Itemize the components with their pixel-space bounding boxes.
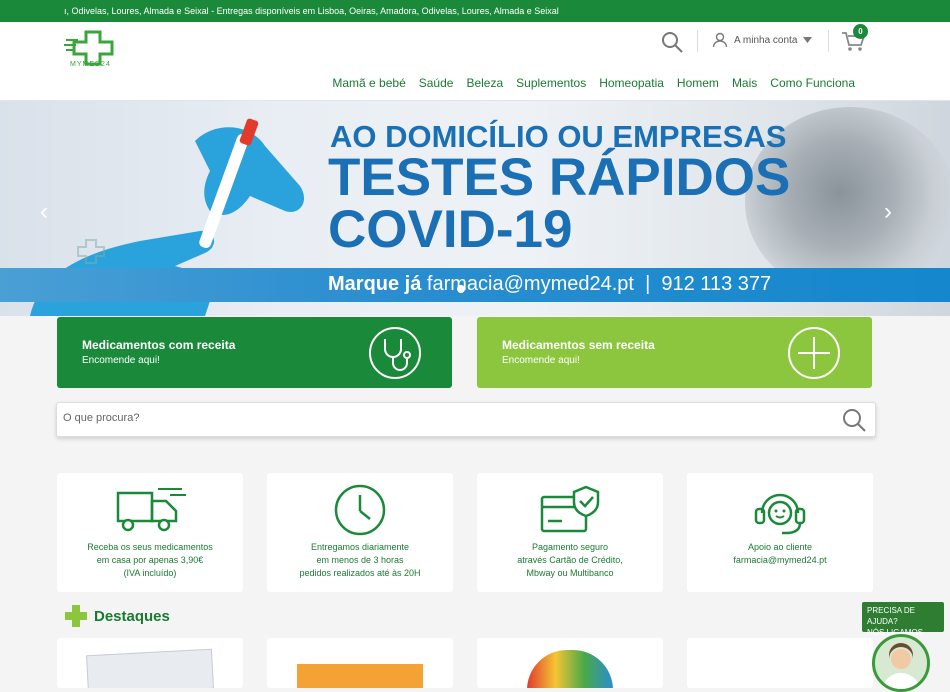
- hero-contact-bold: Marque já: [328, 273, 422, 295]
- hero-contact-details: farmacia@mymed24.pt | 912 113 377: [421, 273, 772, 295]
- feature-line: Mbway ou Multibanco: [526, 568, 614, 578]
- plus-icon: [788, 327, 840, 379]
- hero-contact-text: Marque já farmacia@mymed24.pt | 912 113 …: [328, 273, 771, 296]
- feature-line: Entregamos diariamente: [310, 542, 410, 552]
- nav-item-como-funciona[interactable]: Como Funciona: [770, 76, 855, 90]
- plus-icon: [65, 605, 87, 627]
- section-title: Destaques: [94, 607, 170, 625]
- nav-item-homem[interactable]: Homem: [677, 76, 719, 90]
- product-image: [297, 664, 423, 688]
- feature-line: Apoio ao cliente: [747, 542, 813, 552]
- feature-line: Receba os seus medicamentos: [87, 542, 213, 552]
- secure-payment-icon: [540, 485, 600, 533]
- stethoscope-icon: [369, 327, 421, 379]
- feature-text: Entregamos diariamente em menos de 3 hor…: [267, 541, 453, 580]
- nav-item-mais[interactable]: Mais: [732, 76, 757, 90]
- prescription-medicines-card[interactable]: Medicamentos com receita Encomende aqui!: [57, 317, 452, 388]
- feature-secure-payment: Pagamento seguro através Cartão de Crédi…: [477, 473, 663, 592]
- site-header: MYMED24 A minha conta 0 Mamã e bebé Saúd…: [0, 22, 950, 101]
- announcement-text: ı, Odivelas, Loures, Almada e Seixal - E…: [64, 6, 559, 16]
- watermark-logo-icon: [77, 239, 105, 264]
- section-header-destaques: Destaques: [64, 604, 170, 628]
- feature-fast-delivery: Entregamos diariamente em menos de 3 hor…: [267, 473, 453, 592]
- carousel-prev-arrow[interactable]: ‹: [34, 199, 54, 225]
- feature-text: Apoio ao cliente farmacia@mymed24.pt: [687, 541, 873, 567]
- feature-text: Receba os seus medicamentos em casa por …: [57, 541, 243, 580]
- product-card[interactable]: [267, 638, 453, 688]
- user-icon: [712, 32, 728, 48]
- main-nav: Mamã e bebé Saúde Beleza Suplementos Hom…: [332, 76, 855, 90]
- account-menu[interactable]: A minha conta: [712, 32, 813, 48]
- search-input[interactable]: [63, 412, 823, 424]
- product-search-bar: [56, 402, 876, 437]
- feature-line: farmacia@mymed24.pt: [733, 555, 827, 565]
- search-icon[interactable]: [841, 407, 867, 433]
- card-subtitle: Encomende aqui!: [82, 355, 160, 366]
- card-title: Medicamentos sem receita: [502, 338, 655, 352]
- feature-text: Pagamento seguro através Cartão de Crédi…: [477, 541, 663, 580]
- hero-line-3: COVID-19: [328, 200, 573, 259]
- feature-line: em casa por apenas 3,90€: [96, 555, 204, 565]
- feature-delivery: Receba os seus medicamentos em casa por …: [57, 473, 243, 592]
- header-divider: [697, 30, 698, 52]
- product-image: [527, 650, 613, 688]
- callback-help-button[interactable]: PRECISA DE AJUDA? NÓS LIGAMOS: [862, 602, 944, 637]
- cart-count-badge: 0: [853, 24, 868, 39]
- product-card[interactable]: [687, 638, 873, 688]
- feature-line: através Cartão de Crédito,: [517, 555, 623, 565]
- chevron-down-icon: [803, 37, 813, 43]
- feature-line: pedidos realizados até às 20H: [299, 568, 421, 578]
- search-icon[interactable]: [660, 30, 684, 54]
- truck-icon: [116, 488, 186, 532]
- hero-line-2: TESTES RÁPIDOS: [328, 148, 791, 207]
- help-line-1: PRECISA DE AJUDA?: [867, 606, 916, 626]
- feature-customer-support: Apoio ao cliente farmacia@mymed24.pt: [687, 473, 873, 592]
- account-label: A minha conta: [734, 34, 798, 46]
- nav-item-suplementos[interactable]: Suplementos: [516, 76, 586, 90]
- carousel-next-arrow[interactable]: ›: [878, 199, 898, 225]
- nav-item-homeopatia[interactable]: Homeopatia: [599, 76, 664, 90]
- card-subtitle: Encomende aqui!: [502, 355, 580, 366]
- clock-icon: [334, 484, 386, 536]
- non-prescription-medicines-card[interactable]: Medicamentos sem receita Encomende aqui!: [477, 317, 872, 388]
- product-card[interactable]: [477, 638, 663, 688]
- nav-item-mama-e-bebe[interactable]: Mamã e bebé: [332, 76, 405, 90]
- announcement-bar: ı, Odivelas, Loures, Almada e Seixal - E…: [0, 0, 950, 22]
- carousel-dot[interactable]: [457, 285, 465, 293]
- feature-line: em menos de 3 horas: [316, 555, 404, 565]
- logo-text: MYMED24: [70, 61, 111, 68]
- hero-banner[interactable]: AO DOMICÍLIO OU EMPRESAS TESTES RÁPIDOS …: [0, 101, 950, 316]
- product-image: [86, 648, 214, 688]
- header-divider: [828, 30, 829, 52]
- product-card[interactable]: [57, 638, 243, 688]
- agent-icon: [883, 643, 919, 689]
- feature-line: Pagamento seguro: [531, 542, 609, 552]
- feature-line: (IVA incluído): [123, 568, 177, 578]
- card-title: Medicamentos com receita: [82, 338, 236, 352]
- nav-item-saude[interactable]: Saúde: [419, 76, 454, 90]
- headset-icon: [754, 493, 806, 535]
- nav-item-beleza[interactable]: Beleza: [466, 76, 503, 90]
- support-agent-avatar[interactable]: [872, 634, 930, 692]
